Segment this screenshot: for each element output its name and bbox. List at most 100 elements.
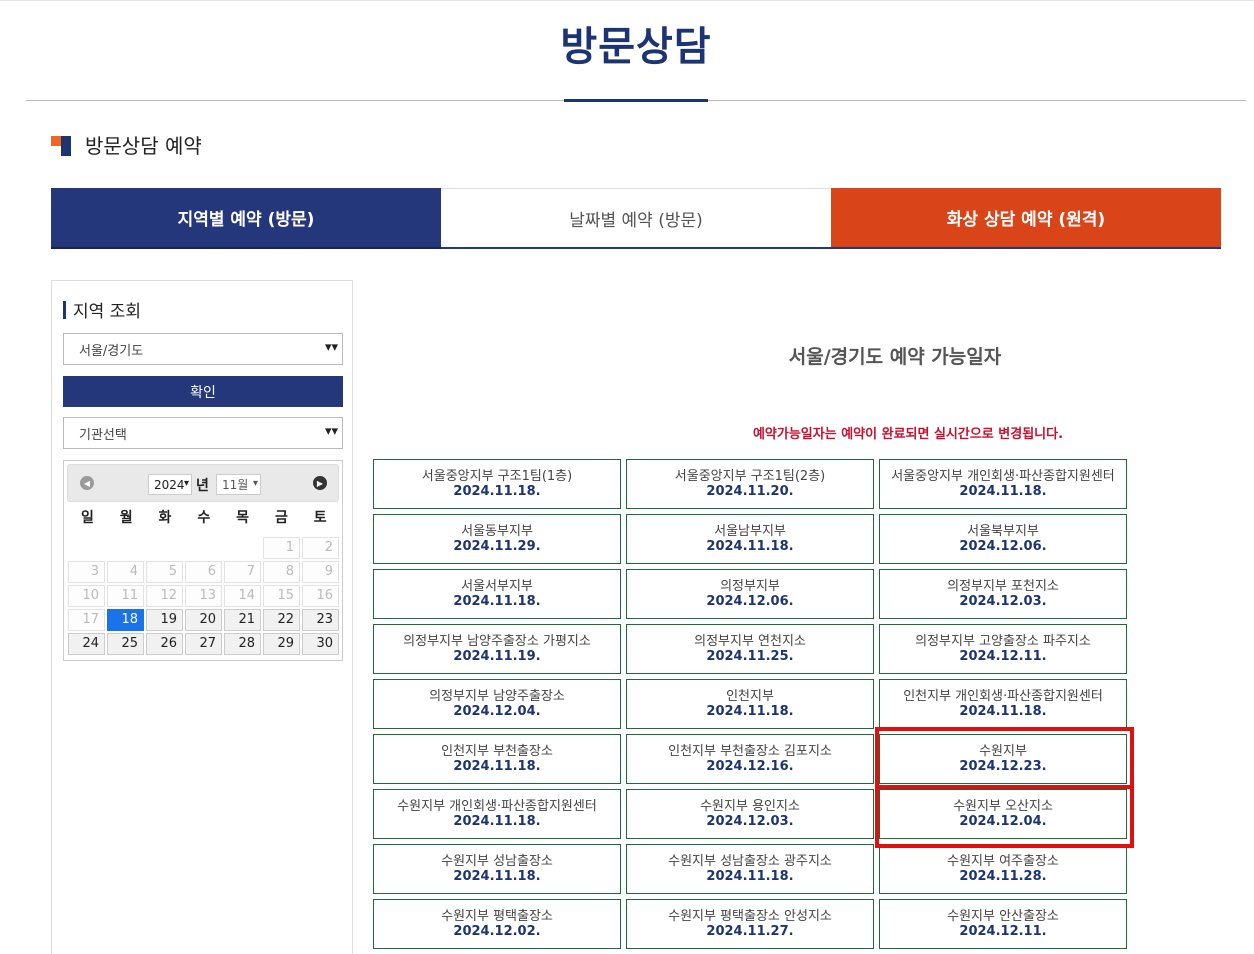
weekday-label: 화: [158, 510, 172, 526]
calendar-day[interactable]: 22: [263, 609, 300, 631]
branch-card[interactable]: 의정부지부 포천지소 2024.12.03.: [879, 569, 1127, 619]
branch-card[interactable]: 서울동부지부 2024.11.29.: [373, 514, 621, 564]
branch-name: 서울동부지부: [461, 524, 533, 539]
branch-card[interactable]: 의정부지부 2024.12.06.: [626, 569, 874, 619]
calendar-day[interactable]: 28: [224, 633, 261, 655]
branch-available-date: 2024.12.16.: [706, 759, 794, 774]
calendar-day[interactable]: 29: [263, 633, 300, 655]
branch-card[interactable]: 수원지부 오산지소 2024.12.04.: [879, 789, 1127, 839]
branch-available-date: 2024.11.25.: [706, 649, 794, 664]
panel-title: 지역 조회: [73, 302, 141, 322]
branch-name: 수원지부 개인회생·파산종합지원센터: [397, 799, 597, 814]
calendar-day[interactable]: 27: [185, 633, 222, 655]
branch-card[interactable]: 수원지부 여주출장소 2024.11.28.: [879, 844, 1127, 894]
branch-card[interactable]: 인천지부 부천출장소 2024.11.18.: [373, 734, 621, 784]
branch-card[interactable]: 서울남부지부 2024.11.18.: [626, 514, 874, 564]
calendar-day: 2: [302, 537, 339, 559]
branch-card[interactable]: 수원지부 평택출장소 안성지소 2024.11.27.: [626, 899, 874, 949]
calendar-day[interactable]: 19: [146, 609, 183, 631]
branch-name: 의정부지부: [720, 579, 780, 594]
prev-month-icon[interactable]: ◀: [80, 476, 94, 490]
branch-card[interactable]: 인천지부 2024.11.18.: [626, 679, 874, 729]
chevron-down-icon: ▾▾: [324, 340, 338, 355]
year-value: 2024: [154, 477, 185, 492]
calendar-day[interactable]: 21: [224, 609, 261, 631]
organization-select[interactable]: 기관선택 ▾▾: [63, 417, 343, 449]
year-select[interactable]: 2024 ▾: [148, 474, 192, 495]
branch-card[interactable]: 수원지부 2024.12.23.: [879, 734, 1127, 784]
branch-card[interactable]: 수원지부 안산출장소 2024.12.11.: [879, 899, 1127, 949]
branch-card[interactable]: 수원지부 개인회생·파산종합지원센터 2024.11.18.: [373, 789, 621, 839]
calendar-day-today[interactable]: 18: [107, 609, 144, 631]
calendar-day[interactable]: 30: [302, 633, 339, 655]
tab-region-visit[interactable]: 지역별 예약 (방문): [51, 188, 441, 249]
top-divider: [0, 0, 1254, 1]
tab-video-remote[interactable]: 화상 상담 예약 (원격): [831, 188, 1221, 249]
branch-name: 수원지부 용인지소: [700, 799, 800, 814]
region-select[interactable]: 서울/경기도 ▾▾: [63, 333, 343, 365]
branch-card[interactable]: 수원지부 평택출장소 2024.12.02.: [373, 899, 621, 949]
calendar-blank: [107, 537, 144, 559]
branch-name: 의정부지부 남양주출장소: [429, 689, 565, 704]
branch-available-date: 2024.12.11.: [959, 649, 1047, 664]
branch-card[interactable]: 의정부지부 연천지소 2024.11.25.: [626, 624, 874, 674]
section-heading: 방문상담 예약: [51, 130, 202, 159]
branch-card[interactable]: 의정부지부 남양주출장소 2024.12.04.: [373, 679, 621, 729]
branch-card[interactable]: 의정부지부 고양출장소 파주지소 2024.12.11.: [879, 624, 1127, 674]
chevron-down-icon: ▾: [252, 478, 258, 489]
branch-card[interactable]: 수원지부 성남출장소 2024.11.18.: [373, 844, 621, 894]
heading-bar: [63, 300, 66, 319]
branch-name: 수원지부 성남출장소: [441, 854, 553, 869]
branch-card[interactable]: 서울북부지부 2024.12.06.: [879, 514, 1127, 564]
branch-card[interactable]: 수원지부 용인지소 2024.12.03.: [626, 789, 874, 839]
next-month-icon[interactable]: ▶: [313, 476, 327, 490]
weekday-label: 토: [313, 510, 327, 526]
chevron-down-icon: ▾: [183, 478, 189, 489]
calendar-day: 15: [263, 585, 300, 607]
calendar-day[interactable]: 26: [146, 633, 183, 655]
branch-grid: 서울중앙지부 구조1팀(1층) 2024.11.18. 서울중앙지부 구조1팀(2층…: [373, 459, 1129, 949]
section-bullet-icon: [51, 134, 71, 156]
availability-notice: 예약가능일자는 예약이 완료되면 실시간으로 변경됩니다.: [752, 427, 1064, 442]
branch-name: 서울중앙지부 개인회생·파산종합지원센터: [891, 469, 1115, 484]
calendar-day[interactable]: 25: [107, 633, 144, 655]
branch-available-date: 2024.11.18.: [959, 484, 1047, 499]
calendar: ◀ 2024 ▾ 년 11월 ▾ ▶ 일 월 화 수 목 금 토 1234567…: [63, 460, 343, 661]
branch-name: 서울남부지부: [714, 524, 786, 539]
branch-available-date: 2024.12.11.: [959, 924, 1047, 939]
reservation-tabs: 지역별 예약 (방문) 날짜별 예약 (방문) 화상 상담 예약 (원격): [51, 188, 1221, 249]
branch-card[interactable]: 서울중앙지부 구조1팀(1층) 2024.11.18.: [373, 459, 621, 509]
branch-card[interactable]: 수원지부 성남출장소 광주지소 2024.11.18.: [626, 844, 874, 894]
calendar-day[interactable]: 24: [68, 633, 105, 655]
calendar-day: 11: [107, 585, 144, 607]
calendar-day: 12: [146, 585, 183, 607]
region-search-panel: 지역 조회 서울/경기도 ▾▾ 확인 기관선택 ▾▾ ◀ 2024 ▾ 년 11…: [51, 280, 353, 954]
confirm-button[interactable]: 확인: [63, 376, 343, 407]
branch-available-date: 2024.12.06.: [706, 594, 794, 609]
branch-card[interactable]: 서울서부지부 2024.11.18.: [373, 569, 621, 619]
branch-card[interactable]: 서울중앙지부 구조1팀(2층) 2024.11.20.: [626, 459, 874, 509]
calendar-day: 8: [263, 561, 300, 583]
branch-card[interactable]: 인천지부 개인회생·파산종합지원센터 2024.11.18.: [879, 679, 1127, 729]
branch-name: 인천지부 부천출장소 김포지소: [668, 744, 832, 759]
branch-card[interactable]: 인천지부 부천출장소 김포지소 2024.12.16.: [626, 734, 874, 784]
page-title: 방문상담: [560, 24, 712, 70]
branch-name: 수원지부 여주출장소: [947, 854, 1059, 869]
branch-card[interactable]: 의정부지부 남양주출장소 가평지소 2024.11.19.: [373, 624, 621, 674]
branch-available-date: 2024.11.20.: [706, 484, 794, 499]
calendar-day: 1: [263, 537, 300, 559]
branch-name: 인천지부 개인회생·파산종합지원센터: [903, 689, 1103, 704]
title-accent-bar: [564, 99, 708, 102]
calendar-day: 5: [146, 561, 183, 583]
calendar-blank: [224, 537, 261, 559]
chevron-down-icon: ▾▾: [324, 424, 338, 439]
month-select[interactable]: 11월 ▾: [216, 474, 261, 495]
tab-date-visit[interactable]: 날짜별 예약 (방문): [441, 188, 831, 249]
branch-name: 서울서부지부: [461, 579, 533, 594]
calendar-day[interactable]: 23: [302, 609, 339, 631]
branch-name: 수원지부 안산출장소: [947, 909, 1059, 924]
branch-name: 서울중앙지부 구조1팀(1층): [421, 469, 573, 484]
branch-card[interactable]: 서울중앙지부 개인회생·파산종합지원센터 2024.11.18.: [879, 459, 1127, 509]
calendar-day[interactable]: 20: [185, 609, 222, 631]
region-select-value: 서울/경기도: [79, 343, 144, 359]
